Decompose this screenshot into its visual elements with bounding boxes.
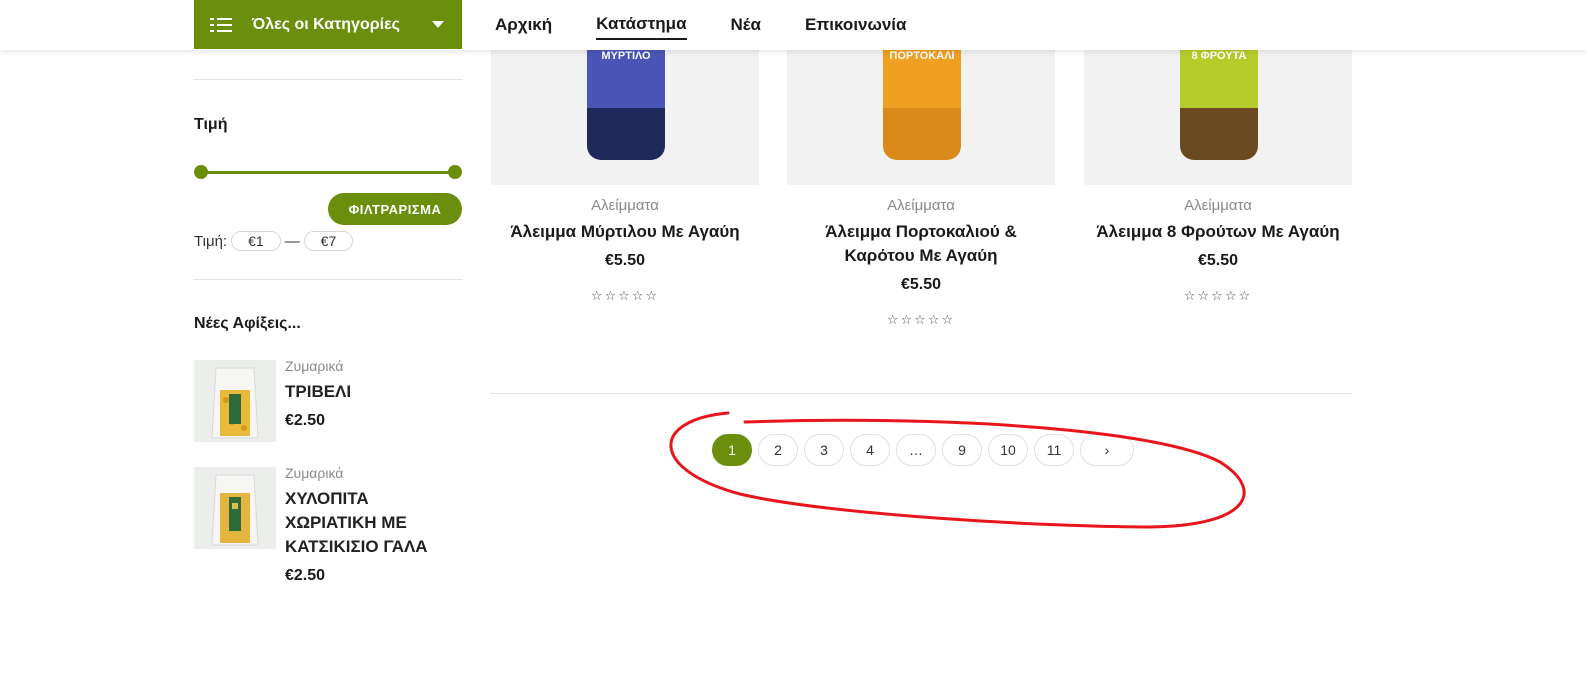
page-10-button[interactable]: 10 [988,434,1028,466]
product-thumbnail[interactable] [194,360,276,442]
product-image[interactable]: ΠΟΡΤΟΚΑΛΙ [787,50,1055,185]
jar-label-text: ΜΥΡΤΙΛΟ [601,50,651,62]
jar-illustration: 8 ΦΡΟΥΤΑ [1180,50,1258,160]
price-min: €1 [231,231,281,251]
price-range-slider[interactable] [194,165,462,179]
product-price: €5.50 [604,252,646,269]
rating-stars: ☆☆☆☆☆ [590,288,660,303]
sidebar-divider [194,279,462,280]
slider-track [201,171,455,174]
jar-illustration: ΠΟΡΤΟΚΑΛΙ [883,50,961,160]
slider-max-handle[interactable] [448,165,462,179]
price-separator: — [284,232,300,250]
nav-contact[interactable]: Επικοινωνία [805,11,907,39]
page-3-button[interactable]: 3 [804,434,844,466]
page-11-button[interactable]: 11 [1034,434,1074,466]
page-1-button[interactable]: 1 [712,434,752,466]
price-filter-title: Τιμή [194,116,228,133]
price-max: €7 [303,231,354,251]
product-card[interactable]: 8 ΦΡΟΥΤΑ Αλείμματα Άλειμμα 8 Φρούτων Με … [1084,50,1352,304]
product-name[interactable]: Άλειμμα 8 Φρούτων Με Αγαύη [1084,220,1352,244]
pagination: 1 2 3 4 … 9 10 11 › [712,434,1134,466]
new-arrival-info: Ζυμαρικά ΧΥΛΟΠΙΤΑ ΧΩΡΙΑΤΙΚΗ ΜΕ ΚΑΤΣΙΚΙΣΙ… [285,465,455,585]
product-card[interactable]: ΜΥΡΤΙΛΟ Αλείμματα Άλειμμα Μύρτιλου Με Αγ… [491,50,759,304]
product-name[interactable]: ΧΥΛΟΠΙΤΑ ΧΩΡΙΑΤΙΚΗ ΜΕ ΚΑΤΣΙΚΙΣΙΟ ΓΑΛΑ [285,487,455,559]
sidebar-divider [194,79,462,80]
product-category[interactable]: Αλείμματα [1084,197,1352,214]
jar-illustration: ΜΥΡΤΙΛΟ [587,50,665,160]
jar-label: ΜΥΡΤΙΛΟ [587,50,665,108]
page-9-button[interactable]: 9 [942,434,982,466]
main-nav: Αρχική Κατάστημα Νέα Επικοινωνία [495,0,950,49]
new-arrivals-title: Νέες Αφίξεις... [194,315,301,332]
product-name[interactable]: ΤΡΙΒΕΛΙ [285,380,351,404]
page-2-button[interactable]: 2 [758,434,798,466]
jar-label: ΠΟΡΤΟΚΑΛΙ [883,50,961,108]
header: Όλες οι Κατηγορίες Αρχική Κατάστημα Νέα … [0,0,1587,50]
jar-label-text: ΠΟΡΤΟΚΑΛΙ [889,50,955,62]
product-price: €5.50 [1197,252,1239,269]
product-name[interactable]: Άλειμμα Πορτοκαλιού & Καρότου Με Αγαύη [787,220,1055,268]
price-range-readout: Τιμή: €1 — €7 [194,231,357,251]
price-label: Τιμή: [194,232,228,250]
content-divider [491,393,1352,394]
filter-button[interactable]: ΦΙΛΤΡΑΡΙΣΜΑ [328,193,462,225]
nav-news[interactable]: Νέα [731,11,761,39]
product-price: €2.50 [285,412,326,429]
product-thumbnail[interactable] [194,467,276,549]
jar-label: 8 ΦΡΟΥΤΑ [1180,50,1258,108]
product-price: €5.50 [900,276,942,293]
page: Όλες οι Κατηγορίες Αρχική Κατάστημα Νέα … [0,0,1587,675]
product-image[interactable]: ΜΥΡΤΙΛΟ [491,50,759,185]
list-icon [210,17,232,32]
product-category[interactable]: Αλείμματα [787,197,1055,214]
all-categories-label: Όλες οι Κατηγορίες [252,15,400,33]
all-categories-button[interactable]: Όλες οι Κατηγορίες [194,0,462,49]
slider-min-handle[interactable] [194,165,208,179]
page-4-button[interactable]: 4 [850,434,890,466]
product-name[interactable]: Άλειμμα Μύρτιλου Με Αγαύη [491,220,759,244]
page-ellipsis: … [896,434,936,466]
rating-stars: ☆☆☆☆☆ [886,312,956,327]
next-page-button[interactable]: › [1080,434,1134,466]
product-card[interactable]: ΠΟΡΤΟΚΑΛΙ Αλείμματα Άλειμμα Πορτοκαλιού … [787,50,1055,328]
nav-shop[interactable]: Κατάστημα [596,10,687,40]
product-category[interactable]: Αλείμματα [491,197,759,214]
rating-stars: ☆☆☆☆☆ [1183,288,1253,303]
jar-label-text: 8 ΦΡΟΥΤΑ [1191,50,1247,62]
product-price: €2.50 [285,567,326,584]
product-category: Ζυμαρικά [285,465,344,481]
new-arrival-info: Ζυμαρικά ΤΡΙΒΕΛΙ €2.50 [285,358,351,430]
product-category: Ζυμαρικά [285,358,344,374]
caret-down-icon [432,21,444,28]
product-image[interactable]: 8 ΦΡΟΥΤΑ [1084,50,1352,185]
nav-home[interactable]: Αρχική [495,11,552,39]
